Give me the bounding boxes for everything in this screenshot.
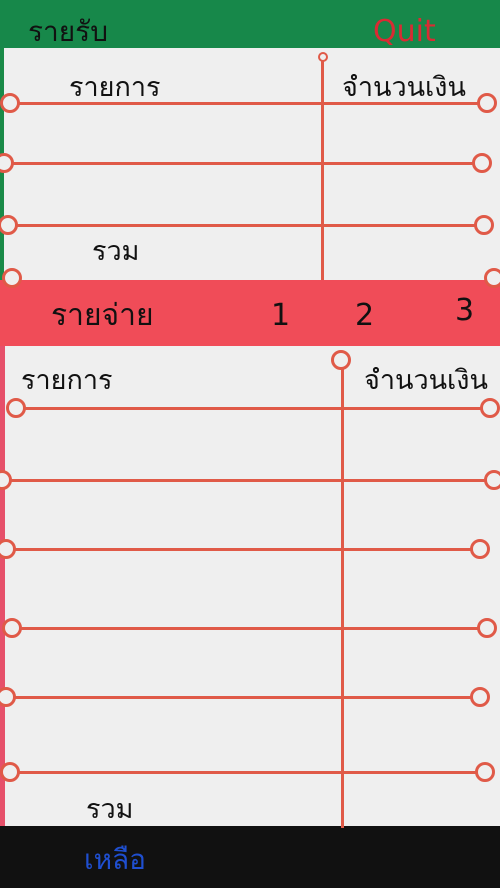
expense-divider-ring [331, 350, 351, 370]
expense-sheet [5, 346, 500, 828]
expense-row-line [4, 479, 494, 482]
balance-label: เหลือ [84, 843, 147, 876]
expense-ring [477, 618, 497, 638]
income-total-label: รวม [92, 236, 140, 267]
expense-ring [484, 470, 500, 490]
balance-bar [0, 826, 500, 888]
income-title: รายรับ [28, 15, 108, 48]
income-column-divider [321, 58, 324, 280]
expense-row-line [20, 407, 490, 410]
income-divider-ring [318, 52, 328, 62]
page-tab-2[interactable]: 2 [355, 301, 374, 331]
expense-ring [2, 618, 22, 638]
expense-row-line [8, 696, 484, 699]
expense-amount-header: จำนวนเงิน [364, 365, 488, 396]
expense-ring [6, 398, 26, 418]
expense-ring [470, 539, 490, 559]
income-ring [2, 268, 22, 288]
expense-item-header: รายการ [21, 365, 113, 396]
page-tab-3[interactable]: 3 [455, 296, 474, 326]
income-row-line [8, 224, 484, 227]
expense-row-line [14, 627, 490, 630]
expense-row-line [10, 771, 488, 774]
income-ring [477, 93, 497, 113]
expense-title: รายจ่าย [51, 298, 154, 333]
expense-row-line [8, 548, 484, 551]
income-ring [474, 215, 494, 235]
income-ring [484, 268, 500, 288]
page-tab-1[interactable]: 1 [271, 301, 290, 331]
quit-button[interactable]: Quit [373, 17, 436, 47]
income-ring [472, 153, 492, 173]
expense-ring [0, 762, 20, 782]
income-ring [0, 93, 20, 113]
income-row-line [4, 162, 488, 165]
income-item-header: รายการ [69, 72, 161, 103]
expense-ring [470, 687, 490, 707]
income-amount-header: จำนวนเงิน [342, 72, 466, 103]
expense-ring [480, 398, 500, 418]
expense-column-divider [341, 362, 344, 828]
expense-ring [475, 762, 495, 782]
expense-total-label: รวม [86, 794, 134, 825]
